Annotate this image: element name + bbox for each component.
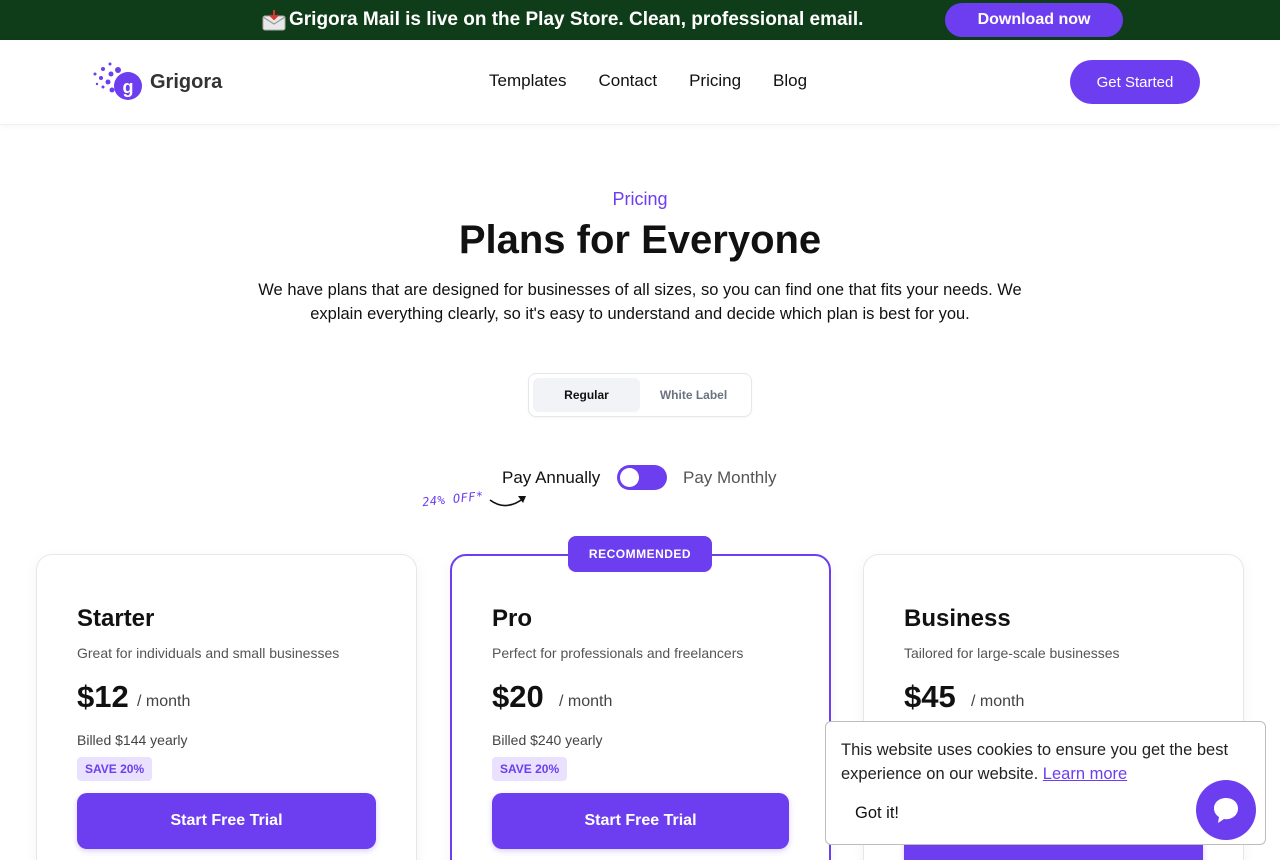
plan-billed-note: Billed $144 yearly <box>77 732 188 748</box>
start-free-trial-button[interactable]: Start Free Trial <box>492 793 789 849</box>
logo[interactable]: g Grigora <box>92 60 222 104</box>
recommended-badge: RECOMMENDED <box>568 536 712 572</box>
incoming-mail-envelope-icon <box>262 9 286 31</box>
grigora-logo-icon: g <box>93 62 142 100</box>
get-started-button[interactable]: Get Started <box>1070 60 1200 104</box>
plan-period: / month <box>137 693 191 710</box>
plan-price: $20 <box>492 679 544 714</box>
svg-text:g: g <box>123 77 134 97</box>
save-badge: SAVE 20% <box>77 757 153 781</box>
plan-price: $45 <box>904 679 956 714</box>
cookie-consent-banner: This website uses cookies to ensure you … <box>825 721 1266 845</box>
announcement-banner: Grigora Mail is live on the Play Store. … <box>0 0 1280 40</box>
plan-type-regular-tab[interactable]: Regular <box>533 378 640 412</box>
curved-arrow-icon <box>489 496 526 507</box>
learn-more-link[interactable]: Learn more <box>1043 765 1127 783</box>
logo-text: Grigora <box>150 70 223 93</box>
plan-name: Starter <box>77 605 155 632</box>
plan-description: Tailored for large-scale businesses <box>904 645 1120 661</box>
plan-card-starter: Starter Great for individuals and small … <box>36 554 417 860</box>
plan-type-white-label-tab[interactable]: White Label <box>640 378 747 412</box>
save-badge: SAVE 20% <box>492 757 568 781</box>
nav-link-blog[interactable]: Blog <box>773 71 807 91</box>
pay-monthly-label[interactable]: Pay Monthly <box>683 468 777 488</box>
plan-price: $12 <box>77 679 129 714</box>
page-title: Plans for Everyone <box>458 218 822 262</box>
section-eyebrow: Pricing <box>612 189 668 209</box>
site-header: g Grigora Templates Contact Pricing Blog… <box>0 40 1280 125</box>
plan-billed-note: Billed $240 yearly <box>492 732 603 748</box>
start-free-trial-button[interactable]: Start Free Trial <box>77 793 376 849</box>
banner-message: Grigora Mail is live on the Play Store. … <box>262 9 863 31</box>
download-now-button[interactable]: Download now <box>945 3 1123 37</box>
nav-link-templates[interactable]: Templates <box>489 71 566 91</box>
nav-link-contact[interactable]: Contact <box>598 71 657 91</box>
main-nav: Templates Contact Pricing Blog <box>489 71 807 91</box>
cookie-message-text: This website uses cookies to ensure you … <box>841 741 1229 783</box>
annual-discount-note: 24% OFF* <box>421 488 485 510</box>
billing-period-toggle[interactable] <box>617 465 667 490</box>
banner-text: Grigora Mail is live on the Play Store. … <box>289 9 864 30</box>
plan-description: Great for individuals and small business… <box>77 645 340 661</box>
plan-card-pro: Pro Perfect for professionals and freela… <box>450 554 831 860</box>
cookie-message: This website uses cookies to ensure you … <box>841 738 1251 786</box>
plan-type-switcher: Regular White Label <box>528 373 752 417</box>
chat-widget-button[interactable] <box>1196 780 1256 840</box>
pay-annually-label[interactable]: Pay Annually <box>502 468 600 488</box>
plan-name: Business <box>904 605 1011 632</box>
billing-period-toggle-row: Pay Annually Pay Monthly <box>0 465 1280 491</box>
chat-bubble-icon <box>1214 798 1238 823</box>
got-it-button[interactable]: Got it! <box>841 798 913 828</box>
toggle-knob <box>620 468 639 487</box>
nav-link-pricing[interactable]: Pricing <box>689 71 741 91</box>
plan-period: / month <box>971 693 1025 710</box>
plan-period: / month <box>559 693 613 710</box>
plan-name: Pro <box>492 605 533 632</box>
page-subtitle: We have plans that are designed for busi… <box>258 281 1022 323</box>
plan-description: Perfect for professionals and freelancer… <box>492 645 744 661</box>
